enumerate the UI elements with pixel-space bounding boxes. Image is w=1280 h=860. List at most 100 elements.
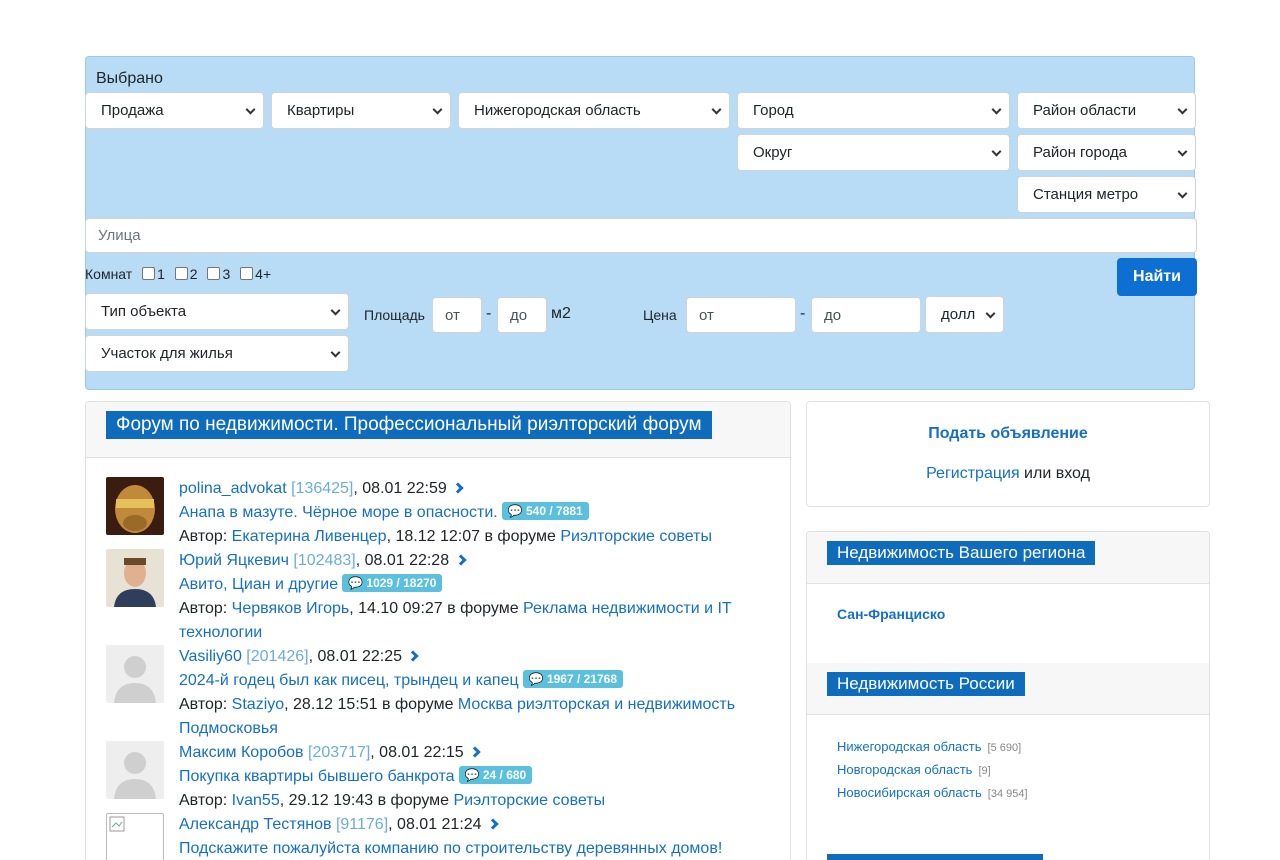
- rooms-4plus-checkbox[interactable]: [240, 267, 254, 280]
- post-user-id[interactable]: [136425]: [291, 480, 353, 497]
- chevron-down-icon: [985, 308, 996, 319]
- price-from-input[interactable]: от: [686, 297, 796, 333]
- chevron-right-icon[interactable]: [454, 554, 467, 566]
- region-count: [9]: [978, 765, 991, 777]
- post-ad-link[interactable]: Подать объявление: [807, 425, 1209, 443]
- region-name[interactable]: Новгородская область: [837, 762, 972, 777]
- stats-badge: 💬 1967 / 21768: [522, 670, 624, 688]
- chevron-right-icon[interactable]: [487, 818, 499, 830]
- avatar[interactable]: [106, 477, 164, 535]
- post-user-link[interactable]: Максим Коробов: [179, 744, 304, 761]
- metro-select[interactable]: Станция метро: [1017, 176, 1196, 213]
- region-name[interactable]: Новосибирская область: [837, 785, 982, 800]
- area-region-select[interactable]: Район области: [1017, 92, 1196, 129]
- in-forum-text: в форуме: [484, 528, 556, 545]
- author-link[interactable]: Екатерина Ливенцер: [232, 528, 387, 545]
- rooms-2-checkbox[interactable]: [174, 267, 188, 280]
- your-region-header: Недвижимость Вашего региона: [807, 532, 1209, 584]
- post-topic-link[interactable]: Покупка квартиры бывшего банкрота: [179, 768, 455, 785]
- area-city-select[interactable]: Район города: [1017, 134, 1196, 171]
- currency-select[interactable]: долл: [925, 296, 1004, 333]
- author-time: , 28.12 15:51: [284, 696, 378, 713]
- plot-type-select[interactable]: Участок для жилья: [85, 335, 349, 372]
- area-dash: -: [486, 305, 492, 322]
- price-from-placeholder: от: [699, 306, 714, 324]
- forum-section-link[interactable]: Риэлторские советы: [454, 792, 606, 809]
- forum-section-link[interactable]: Риэлторские советы: [560, 528, 712, 545]
- stats-badge: 💬 540 / 7881: [501, 502, 589, 520]
- post-user-link[interactable]: Юрий Яцкевич: [179, 552, 289, 569]
- forum-title[interactable]: Форум по недвижимости. Профессиональный …: [106, 411, 712, 439]
- property-type-select[interactable]: Квартиры: [271, 92, 451, 129]
- broken-image-icon: [109, 816, 125, 832]
- okrug-select[interactable]: Округ: [737, 134, 1010, 171]
- post-topic-link[interactable]: 2024-й годец был как писец, трындец и ка…: [179, 672, 519, 689]
- chevron-down-icon: [1177, 146, 1188, 157]
- region-link[interactable]: Новосибирская область [34 954]: [837, 785, 1028, 800]
- region-link[interactable]: Нижегородская область [5 690]: [837, 739, 1021, 754]
- post-time: , 08.01 22:25: [308, 648, 402, 665]
- author-link[interactable]: Червяков Игорь: [232, 600, 350, 617]
- stats-value: 24 / 680: [482, 768, 527, 782]
- post-user-id[interactable]: [102483]: [293, 552, 355, 569]
- avatar[interactable]: [106, 645, 164, 703]
- region-name[interactable]: Нижегородская область: [837, 739, 982, 754]
- region-select[interactable]: Нижегородская область: [458, 92, 730, 129]
- metro-select-value: Станция метро: [1033, 186, 1139, 203]
- region-link[interactable]: Новгородская область [9]: [837, 762, 991, 777]
- avatar[interactable]: [106, 813, 164, 860]
- post-topic-link[interactable]: Анапа в мазуте. Чёрное море в опасности.: [179, 504, 498, 521]
- rooms-3-checkbox[interactable]: [207, 267, 221, 280]
- price-to-input[interactable]: до: [811, 297, 921, 333]
- deal-select[interactable]: Продажа: [85, 92, 264, 129]
- author-prefix: Автор:: [179, 792, 228, 809]
- avatar[interactable]: [106, 741, 164, 799]
- rooms-3-label: 3: [222, 266, 231, 282]
- register-link[interactable]: Регистрация: [926, 465, 1020, 482]
- stats-value: 1967 / 21768: [546, 672, 618, 686]
- chevron-down-icon: [432, 104, 443, 115]
- post-user-link[interactable]: Александр Тестянов: [179, 816, 332, 833]
- selected-title: Выбрано: [96, 70, 163, 87]
- rooms-1-label: 1: [157, 266, 165, 282]
- chevron-right-icon[interactable]: [452, 482, 464, 494]
- post-time: , 08.01 22:28: [355, 552, 450, 569]
- author-link[interactable]: Ivan55: [232, 792, 280, 809]
- author-link[interactable]: Staziyo: [232, 696, 284, 713]
- post-topic-link[interactable]: Авито, Циан и другие: [179, 576, 338, 593]
- post-user-id[interactable]: [201426]: [246, 648, 308, 665]
- post-user-link[interactable]: Vasiliy60: [179, 648, 242, 665]
- street-input[interactable]: Улица: [85, 218, 1197, 253]
- street-placeholder: Улица: [98, 227, 141, 244]
- price-dash: -: [800, 305, 806, 322]
- area-from-placeholder: от: [445, 306, 460, 324]
- avatar[interactable]: [106, 549, 164, 607]
- or-login-text[interactable]: или вход: [1020, 465, 1090, 482]
- post-user-link[interactable]: polina_advokat: [179, 480, 287, 497]
- your-region-city-link[interactable]: Сан-Франциско: [837, 606, 945, 622]
- your-region-title[interactable]: Недвижимость Вашего региона: [827, 541, 1096, 565]
- post-user-id[interactable]: [91176]: [336, 816, 388, 833]
- area-to-placeholder: до: [510, 306, 528, 324]
- region-count: [5 690]: [987, 742, 1022, 754]
- forum-header: Форум по недвижимости. Профессиональный …: [86, 402, 790, 458]
- comments-icon: 💬: [507, 504, 523, 518]
- area-from-input[interactable]: от: [432, 297, 482, 333]
- author-prefix: Автор:: [179, 696, 228, 713]
- object-type-select[interactable]: Тип объекта: [85, 293, 349, 330]
- post-time: , 08.01 22:59: [353, 480, 447, 497]
- rooms-1-checkbox[interactable]: [142, 267, 156, 280]
- find-button[interactable]: Найти: [1117, 258, 1197, 296]
- russia-title[interactable]: Недвижимость России: [827, 672, 1025, 696]
- post-text: Максим Коробов [203717], 08.01 22:15 Пок…: [179, 741, 769, 813]
- rooms-group: Комнат 1 2 3 4+: [85, 266, 271, 282]
- login-box: Подать объявление Регистрация или вход: [806, 401, 1210, 507]
- chevron-right-icon[interactable]: [407, 650, 420, 662]
- chevron-right-icon[interactable]: [469, 746, 481, 758]
- deal-select-value: Продажа: [101, 102, 164, 119]
- area-region-value: Район области: [1033, 102, 1137, 119]
- area-to-input[interactable]: до: [497, 297, 547, 333]
- post-user-id[interactable]: [203717]: [308, 744, 370, 761]
- city-select[interactable]: Город: [737, 92, 1010, 129]
- post-topic-link[interactable]: Подскажите пожалуйста компанию по строит…: [179, 840, 722, 857]
